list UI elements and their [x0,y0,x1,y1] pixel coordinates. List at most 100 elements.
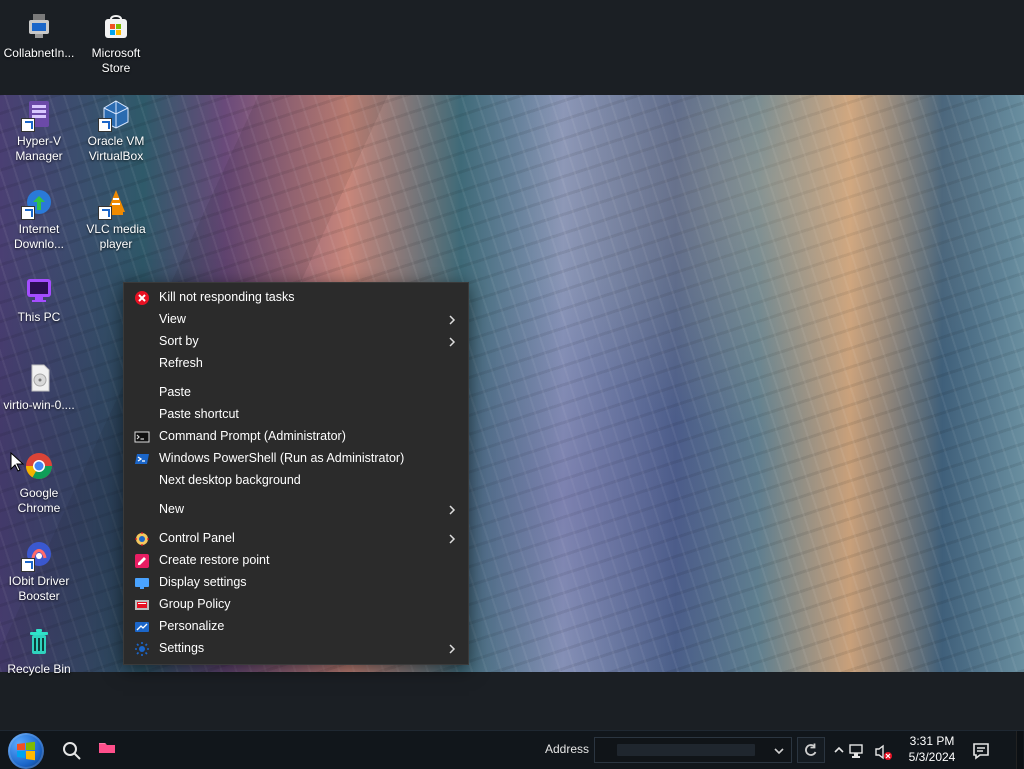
menu-item-new[interactable]: New [124,499,468,521]
restore-point-icon [134,553,150,569]
menu-item-label: Refresh [159,356,203,370]
clock-date: 5/3/2024 [908,750,956,764]
address-go-button[interactable] [797,737,825,763]
chevron-right-icon [446,643,458,655]
notifications-icon [973,743,989,760]
menu-item-label: Display settings [159,575,247,589]
menu-item-powershell-admin[interactable]: Windows PowerShell (Run as Administrator… [124,448,468,470]
desktop-icon-label: Google Chrome [17,486,61,515]
virtualbox-icon [98,98,132,132]
desktop-icon-virtualbox[interactable]: Oracle VM VirtualBox [77,98,155,164]
menu-item-display-settings[interactable]: Display settings [124,572,468,594]
desktop-icon-label: IObit Driver Booster [8,574,70,603]
clock-time: 3:31 PM [909,734,955,748]
desktop-icon-collabnet[interactable]: CollabnetIn... [0,10,78,61]
search-icon [63,742,81,760]
personalize-icon [134,619,150,635]
recycle-bin-icon [23,626,55,658]
desktop-icon-label: VLC media player [86,222,146,251]
taskbar-file-explorer-button[interactable] [98,740,116,754]
desktop-icon-label: This PC [17,310,61,324]
menu-item-personalize[interactable]: Personalize [124,616,468,638]
desktop-icon-label: Hyper-V Manager [15,134,63,163]
chrome-icon [23,450,55,482]
virtio-disc-icon [23,362,55,394]
windows-logo-icon [17,741,35,761]
desktop-icon-virtio[interactable]: virtio-win-0.... [0,362,78,413]
start-button[interactable] [8,733,44,769]
taskbar: Address 3:31 PM 5/3/2024 [0,730,1024,769]
control-panel-icon [134,531,150,547]
tray-overflow-chevron-up-icon[interactable] [834,746,844,753]
desktop-icon-label: Recycle Bin [7,662,71,676]
menu-item-group-policy[interactable]: Group Policy [124,594,468,616]
chevron-right-icon [446,314,458,326]
cmd-icon [134,429,150,445]
mouse-cursor-icon [10,451,25,472]
desktop-icon-hyper-v[interactable]: Hyper-V Manager [0,98,78,164]
menu-item-label: Paste [159,385,191,399]
desktop-icon-label: Internet Downlo... [13,222,65,251]
collabnet-installer-icon [23,10,55,42]
desktop-icon-vlc[interactable]: VLC media player [77,186,155,252]
menu-item-view[interactable]: View [124,309,468,331]
group-policy-icon [134,597,150,613]
menu-item-label: Sort by [159,334,199,348]
desktop-icon-label: virtio-win-0.... [3,398,75,412]
folder-icon [99,743,115,753]
menu-item-label: Kill not responding tasks [159,290,295,304]
desktop-icon-iobit[interactable]: IObit Driver Booster [0,538,78,604]
desktop-icon-label: Microsoft Store [91,46,141,75]
powershell-icon [134,451,150,467]
menu-item-command-prompt-admin[interactable]: Command Prompt (Administrator) [124,426,468,448]
menu-item-paste[interactable]: Paste [124,382,468,404]
network-icon[interactable] [849,744,863,758]
action-center-button[interactable] [970,740,992,762]
shortcut-arrow-icon [21,206,35,220]
menu-item-sort-by[interactable]: Sort by [124,331,468,353]
menu-item-settings[interactable]: Settings [124,638,468,660]
menu-item-label: New [159,502,185,516]
menu-item-label: Settings [159,641,205,655]
vlc-icon [98,186,132,220]
system-tray [830,739,900,761]
kill-tasks-icon [134,290,150,306]
chevron-right-icon [446,336,458,348]
menu-item-create-restore-point[interactable]: Create restore point [124,550,468,572]
menu-item-paste-shortcut[interactable]: Paste shortcut [124,404,468,426]
internet-download-manager-icon [21,186,55,220]
taskbar-search-button[interactable] [60,739,84,763]
iobit-driver-booster-icon [21,538,55,572]
shortcut-arrow-icon [98,118,112,132]
menu-item-kill-not-responding[interactable]: Kill not responding tasks [124,287,468,309]
desktop-icon-microsoft-store[interactable]: Microsoft Store [77,10,155,76]
menu-item-refresh[interactable]: Refresh [124,353,468,375]
gear-icon [134,641,150,657]
menu-item-label: Personalize [159,619,225,633]
chevron-right-icon [446,533,458,545]
address-toolbar-label: Address [545,742,590,756]
shortcut-arrow-icon [21,118,35,132]
display-settings-icon [134,575,150,591]
desktop-icon-this-pc[interactable]: This PC [0,274,78,325]
volume-muted-icon[interactable] [875,744,892,760]
this-pc-icon [23,274,55,306]
address-input-field [617,744,755,756]
menu-item-label: Group Policy [159,597,231,611]
menu-item-next-desktop-background[interactable]: Next desktop background [124,470,468,492]
desktop-icon-idm[interactable]: Internet Downlo... [0,186,78,252]
desktop-icon-label: Oracle VM VirtualBox [87,134,145,163]
menu-item-label: Control Panel [159,531,235,545]
address-toolbar-input[interactable] [594,737,792,763]
chevron-down-icon[interactable] [773,744,785,756]
shortcut-arrow-icon [98,206,112,220]
show-desktop-button[interactable] [1016,731,1023,769]
hyper-v-manager-icon [21,98,55,132]
taskbar-clock[interactable]: 3:31 PM 5/3/2024 [902,733,962,765]
shortcut-arrow-icon [21,558,35,572]
menu-item-label: Create restore point [159,553,270,567]
menu-item-control-panel[interactable]: Control Panel [124,528,468,550]
desktop-icon-label: CollabnetIn... [3,46,75,60]
desktop-icon-recycle-bin[interactable]: Recycle Bin [0,626,78,677]
menu-item-label: Next desktop background [159,473,301,487]
